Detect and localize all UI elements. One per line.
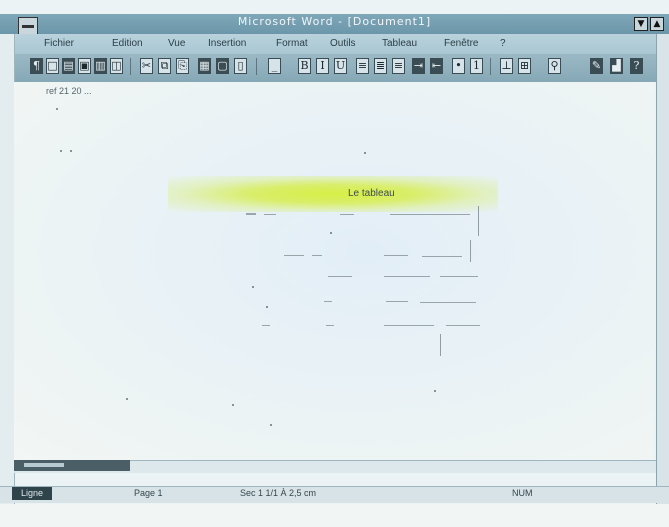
frame-icon[interactable]: ▢ xyxy=(216,58,229,74)
table-row-mark xyxy=(246,213,256,215)
menu-insert[interactable]: Insertion xyxy=(208,38,246,49)
outdent-icon[interactable]: ⇤ xyxy=(430,58,443,74)
indent-icon[interactable]: ⇥ xyxy=(412,58,425,74)
table-row-mark xyxy=(384,276,430,277)
new-document-icon[interactable]: □ xyxy=(46,58,59,74)
maximize-button[interactable]: ▲ xyxy=(650,17,664,31)
page-mark xyxy=(270,424,272,426)
table-row-mark xyxy=(312,255,322,256)
numbering-icon[interactable]: 1 xyxy=(470,58,483,74)
page-mark xyxy=(232,404,234,406)
italic-button[interactable]: I xyxy=(316,58,329,74)
minimize-button[interactable]: ▼ xyxy=(634,17,648,31)
table-row-mark xyxy=(440,276,478,277)
page-mark xyxy=(70,150,72,152)
document-heading: Le tableau xyxy=(348,188,395,199)
ruler-text: ref 21 20 ... xyxy=(46,86,92,96)
status-page: Page 1 xyxy=(134,488,163,498)
underline-line-icon[interactable]: _ xyxy=(268,58,281,74)
toolbar-separator xyxy=(256,58,257,75)
word-processor-window: Microsoft Word - [Document1] ▼ ▲ Fichier… xyxy=(0,0,669,527)
table-row-mark xyxy=(262,325,270,326)
scroll-thumb-highlight xyxy=(24,463,64,467)
document-area[interactable] xyxy=(14,82,654,460)
tab-stops-icon[interactable]: ⊥ xyxy=(500,58,513,74)
table-row-mark xyxy=(422,256,462,257)
status-keyboard-mode: NUM xyxy=(512,488,533,498)
status-mode-tag: Ligne xyxy=(12,487,52,500)
page-mark xyxy=(126,398,128,400)
paste-icon[interactable]: ⎘ xyxy=(176,58,189,74)
table-row-mark xyxy=(340,214,354,215)
bottom-strip xyxy=(0,504,669,527)
preview-icon[interactable]: ◫ xyxy=(110,58,123,74)
save-icon[interactable]: ▣ xyxy=(78,58,91,74)
bold-button[interactable]: B xyxy=(298,58,311,74)
zoom-icon[interactable]: ⚲ xyxy=(548,58,561,74)
table-icon[interactable]: ▦ xyxy=(198,58,211,74)
left-margin-bar xyxy=(0,34,15,504)
menu-table[interactable]: Tableau xyxy=(382,38,417,49)
table-row-mark xyxy=(384,325,434,326)
menu-help[interactable]: ? xyxy=(500,38,506,49)
help-icon[interactable]: ? xyxy=(630,58,643,74)
copy-icon[interactable]: ⧉ xyxy=(158,58,171,74)
chart-icon[interactable]: ▟ xyxy=(610,58,623,74)
page-mark xyxy=(252,286,254,288)
table-row-mark xyxy=(390,214,470,215)
toolbar-separator xyxy=(490,58,491,75)
table-column-line xyxy=(440,334,441,356)
bullets-icon[interactable]: • xyxy=(452,58,465,74)
align-center-icon[interactable]: ≣ xyxy=(374,58,387,74)
align-left-icon[interactable]: ≡ xyxy=(356,58,369,74)
table-row-mark xyxy=(284,255,304,256)
menu-tools[interactable]: Outils xyxy=(330,38,356,49)
table-row-mark xyxy=(420,302,476,303)
border-icon[interactable]: ⊞ xyxy=(518,58,531,74)
align-right-icon[interactable]: ≡ xyxy=(392,58,405,74)
draw-icon[interactable]: ✎ xyxy=(590,58,603,74)
open-icon[interactable]: ▤ xyxy=(62,58,75,74)
table-row-mark xyxy=(264,214,276,215)
page-mark xyxy=(60,150,62,152)
vertical-scrollbar[interactable] xyxy=(656,34,669,504)
status-section: Sec 1 1/1 À 2,5 cm xyxy=(240,488,317,498)
table-column-line xyxy=(470,240,471,262)
style-icon[interactable]: ¶ xyxy=(30,58,43,74)
page-mark xyxy=(266,306,268,308)
cut-icon[interactable]: ✂ xyxy=(140,58,153,74)
table-row-mark xyxy=(326,325,334,326)
menu-window[interactable]: Fenêtre xyxy=(444,38,478,49)
menu-format[interactable]: Format xyxy=(276,38,308,49)
status-bar xyxy=(0,486,669,503)
toolbar-separator xyxy=(130,58,131,75)
table-row-mark xyxy=(446,325,480,326)
columns-icon[interactable]: ▯ xyxy=(234,58,247,74)
table-row-mark xyxy=(328,276,352,277)
page-mark xyxy=(364,152,366,154)
menu-view[interactable]: Vue xyxy=(168,38,185,49)
table-row-mark xyxy=(324,301,332,302)
highlighted-heading-band xyxy=(168,176,498,212)
menu-edit[interactable]: Edition xyxy=(112,38,143,49)
table-row-mark xyxy=(386,301,408,302)
print-icon[interactable]: ▥ xyxy=(94,58,107,74)
page-mark xyxy=(56,108,58,110)
table-column-line xyxy=(478,206,479,236)
menu-file[interactable]: Fichier xyxy=(44,38,74,49)
underline-button[interactable]: U xyxy=(334,58,347,74)
table-row-mark xyxy=(384,255,408,256)
page-mark xyxy=(434,390,436,392)
window-title: Microsoft Word - [Document1] xyxy=(237,15,432,28)
page-mark xyxy=(330,232,332,234)
